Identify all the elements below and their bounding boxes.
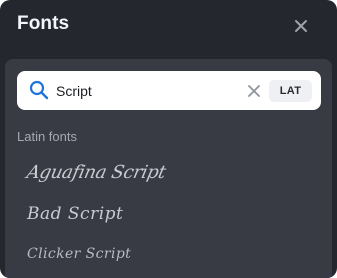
panel-header: Fonts	[0, 0, 337, 56]
language-filter-button[interactable]: LAT	[269, 80, 312, 102]
close-button[interactable]	[290, 15, 312, 37]
close-icon	[295, 20, 307, 32]
font-item-bad-script[interactable]: Bad Script	[27, 204, 123, 224]
search-icon	[29, 80, 49, 100]
panel-content: LAT Latin fonts Aguafina Script Bad Scri…	[5, 59, 332, 278]
search-bar: LAT	[17, 71, 321, 110]
font-item-clicker-script[interactable]: Clicker Script	[27, 246, 131, 262]
section-label: Latin fonts	[17, 129, 77, 144]
panel-title: Fonts	[17, 13, 70, 34]
clear-search-button[interactable]	[246, 83, 262, 99]
font-item-aguafina-script[interactable]: Aguafina Script	[25, 162, 168, 183]
fonts-panel: Fonts LAT Latin fonts Aguafina	[0, 0, 337, 278]
search-input[interactable]	[56, 71, 236, 110]
clear-icon	[248, 85, 260, 97]
